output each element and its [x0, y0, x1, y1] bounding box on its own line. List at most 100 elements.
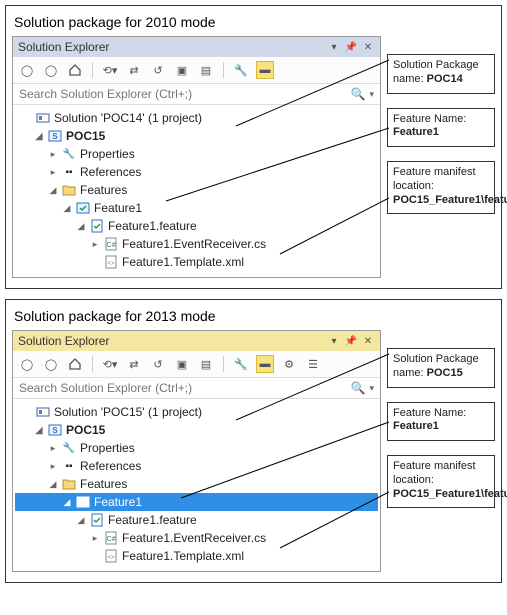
- callout-solution-name: Solution Package name: POC14: [387, 54, 495, 94]
- references-icon: ▪▪: [61, 164, 77, 180]
- sync-button[interactable]: ⟲▾: [101, 355, 119, 373]
- feature-icon: [75, 494, 91, 510]
- solution-explorer: Solution Explorer ▾ 📌 ✕ ◯ ◯ ⟲▾ ⇄ ↺ ▣ ▤ 🔧…: [12, 36, 381, 278]
- template-xml-node[interactable]: ▸ <> Feature1.Template.xml: [15, 547, 378, 565]
- panel-2010: Solution package for 2010 mode Solution …: [5, 5, 502, 289]
- xml-icon: <>: [103, 254, 119, 270]
- home-button[interactable]: [66, 61, 84, 79]
- search-input[interactable]: [19, 381, 347, 395]
- solution-node[interactable]: ▸ Solution 'POC15' (1 project): [15, 403, 378, 421]
- callout-manifest: Feature manifest location: POC15_Feature…: [387, 161, 495, 214]
- forward-button[interactable]: ◯: [42, 355, 60, 373]
- pin-icon[interactable]: 📌: [344, 334, 358, 348]
- callout-feature-name: Feature Name: Feature1: [387, 402, 495, 442]
- home-button[interactable]: [66, 355, 84, 373]
- solution-icon: [35, 404, 51, 420]
- callout-feature-name: Feature Name: Feature1: [387, 108, 495, 148]
- project-icon: S: [47, 422, 63, 438]
- search-input[interactable]: [19, 87, 347, 101]
- refresh-button[interactable]: ⇄: [125, 61, 143, 79]
- svg-text:C#: C#: [107, 536, 116, 543]
- callout-manifest: Feature manifest location: POC15_Feature…: [387, 455, 495, 508]
- template-xml-node[interactable]: ▸ <> Feature1.Template.xml: [15, 253, 378, 271]
- close-icon[interactable]: ✕: [361, 40, 375, 54]
- collapse-button[interactable]: ↺: [149, 61, 167, 79]
- event-receiver-node[interactable]: ▸ C# Feature1.EventReceiver.cs: [15, 529, 378, 547]
- references-node[interactable]: ▸ ▪▪ References: [15, 163, 378, 181]
- highlight-button[interactable]: ▬: [256, 355, 274, 373]
- solution-node[interactable]: ▸ Solution 'POC14' (1 project): [15, 109, 378, 127]
- features-node[interactable]: ◢ Features: [15, 181, 378, 199]
- event-receiver-node[interactable]: ▸ C# Feature1.EventReceiver.cs: [15, 235, 378, 253]
- close-icon[interactable]: ✕: [361, 334, 375, 348]
- explorer-titlebar: Solution Explorer ▾ 📌 ✕: [13, 37, 380, 57]
- wrench-button[interactable]: 🔧: [232, 61, 250, 79]
- tree: ▸ Solution 'POC14' (1 project) ◢ S POC15…: [13, 105, 380, 277]
- svg-text:S: S: [52, 132, 58, 141]
- search-icon[interactable]: 🔍: [351, 87, 366, 101]
- collapse-button[interactable]: ↺: [149, 355, 167, 373]
- properties-button[interactable]: ▤: [197, 61, 215, 79]
- pin-icon[interactable]: 📌: [344, 40, 358, 54]
- explorer-title: Solution Explorer: [18, 40, 109, 54]
- csharp-icon: C#: [103, 530, 119, 546]
- project-node[interactable]: ◢ S POC15: [15, 127, 378, 145]
- callouts: Solution Package name: POC15 Feature Nam…: [387, 348, 495, 508]
- wrench-icon: 🔧: [61, 146, 77, 162]
- showall-button[interactable]: ▣: [173, 61, 191, 79]
- wrench-icon: 🔧: [61, 440, 77, 456]
- back-button[interactable]: ◯: [18, 61, 36, 79]
- callout-solution-name: Solution Package name: POC15: [387, 348, 495, 388]
- solution-icon: [35, 110, 51, 126]
- search-dropdown-icon[interactable]: ▾: [369, 383, 374, 394]
- feature-file-node[interactable]: ◢ Feature1.feature: [15, 511, 378, 529]
- explorer-title: Solution Explorer: [18, 334, 109, 348]
- properties-node[interactable]: ▸ 🔧 Properties: [15, 439, 378, 457]
- folder-icon: [61, 182, 77, 198]
- features-node[interactable]: ◢ Features: [15, 475, 378, 493]
- sync-button[interactable]: ⟲▾: [101, 61, 119, 79]
- callouts: Solution Package name: POC14 Feature Nam…: [387, 54, 495, 214]
- feature-file-icon: [89, 218, 105, 234]
- refresh-button[interactable]: ⇄: [125, 355, 143, 373]
- back-button[interactable]: ◯: [18, 355, 36, 373]
- panel-title: Solution package for 2013 mode: [14, 308, 495, 324]
- svg-text:<>: <>: [107, 261, 115, 267]
- solution-explorer: Solution Explorer ▾ 📌 ✕ ◯ ◯ ⟲▾ ⇄ ↺ ▣ ▤ 🔧…: [12, 330, 381, 572]
- xml-icon: <>: [103, 548, 119, 564]
- wrench-button[interactable]: 🔧: [232, 355, 250, 373]
- references-node[interactable]: ▸ ▪▪ References: [15, 457, 378, 475]
- references-icon: ▪▪: [61, 458, 77, 474]
- feature-icon: [75, 200, 91, 216]
- search-dropdown-icon[interactable]: ▾: [369, 89, 374, 100]
- extra1-button[interactable]: ⚙: [280, 355, 298, 373]
- forward-button[interactable]: ◯: [42, 61, 60, 79]
- svg-text:S: S: [52, 426, 58, 435]
- feature-file-icon: [89, 512, 105, 528]
- search-bar: 🔍 ▾: [13, 378, 380, 399]
- project-node[interactable]: ◢ S POC15: [15, 421, 378, 439]
- feature1-node[interactable]: ◢ Feature1: [15, 199, 378, 217]
- explorer-toolbar: ◯ ◯ ⟲▾ ⇄ ↺ ▣ ▤ 🔧 ▬: [13, 57, 380, 84]
- search-icon[interactable]: 🔍: [351, 381, 366, 395]
- csharp-icon: C#: [103, 236, 119, 252]
- explorer-titlebar: Solution Explorer ▾ 📌 ✕: [13, 331, 380, 351]
- project-icon: S: [47, 128, 63, 144]
- folder-icon: [61, 476, 77, 492]
- highlight-button[interactable]: ▬: [256, 61, 274, 79]
- search-bar: 🔍 ▾: [13, 84, 380, 105]
- svg-text:C#: C#: [107, 242, 116, 249]
- extra2-button[interactable]: ☰: [304, 355, 322, 373]
- properties-node[interactable]: ▸ 🔧 Properties: [15, 145, 378, 163]
- dropdown-icon[interactable]: ▾: [327, 334, 341, 348]
- panel-2013: Solution package for 2013 mode Solution …: [5, 299, 502, 583]
- showall-button[interactable]: ▣: [173, 355, 191, 373]
- feature-file-node[interactable]: ◢ Feature1.feature: [15, 217, 378, 235]
- properties-button[interactable]: ▤: [197, 355, 215, 373]
- explorer-toolbar: ◯ ◯ ⟲▾ ⇄ ↺ ▣ ▤ 🔧 ▬ ⚙ ☰: [13, 351, 380, 378]
- feature1-node[interactable]: ◢ Feature1: [15, 493, 378, 511]
- tree: ▸ Solution 'POC15' (1 project) ◢ S POC15…: [13, 399, 380, 571]
- svg-text:<>: <>: [107, 555, 115, 561]
- dropdown-icon[interactable]: ▾: [327, 40, 341, 54]
- panel-title: Solution package for 2010 mode: [14, 14, 495, 30]
